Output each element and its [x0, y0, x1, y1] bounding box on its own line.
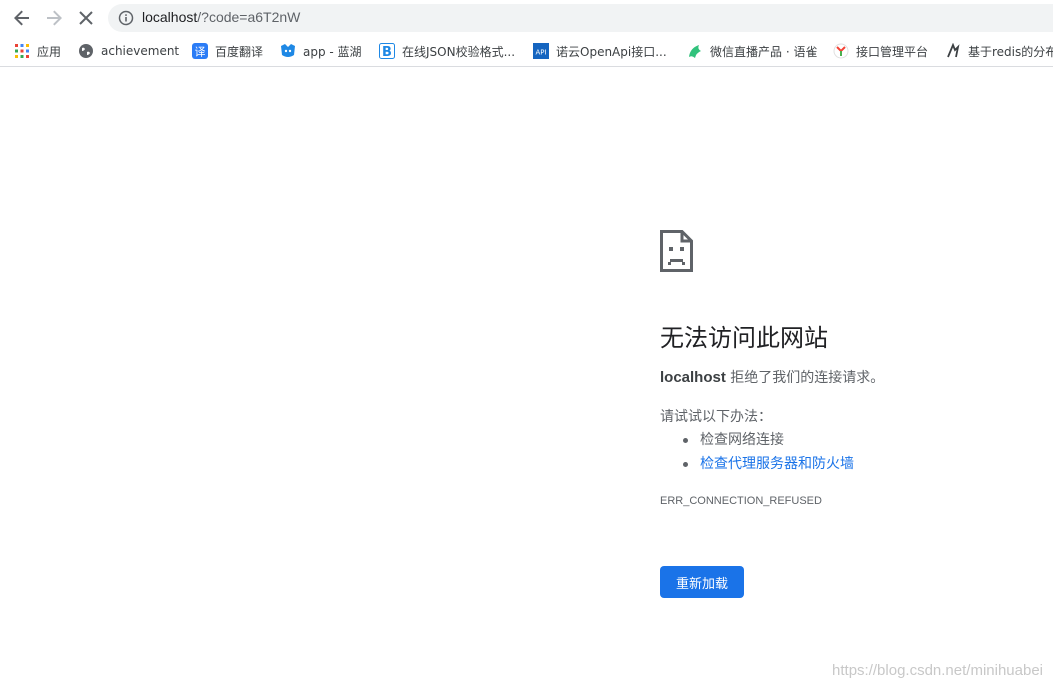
bookmark-lanhu[interactable]: app - 蓝湖	[280, 41, 362, 61]
bookmark-nuoyun-api[interactable]: API 诺云OpenApi接口...	[533, 41, 667, 61]
suggestion-check-network: 检查网络连接	[700, 432, 784, 448]
url-path: /?code=a6T2nW	[197, 9, 301, 25]
suggestion-list: 检查网络连接 检查代理服务器和防火墙	[680, 428, 854, 476]
bookmark-label: 微信直播产品 · 语雀	[710, 44, 818, 59]
forward-button[interactable]	[42, 6, 66, 30]
svg-text:B: B	[382, 45, 392, 59]
bookmark-label: 基于redis的分布	[968, 44, 1053, 59]
bookmark-redis[interactable]: 基于redis的分布	[945, 41, 1053, 61]
svg-text:译: 译	[195, 46, 206, 59]
error-description: localhost 拒绝了我们的连接请求。	[660, 367, 884, 387]
apps-grid-icon	[14, 43, 30, 59]
yapi-icon	[833, 43, 849, 59]
error-message: 拒绝了我们的连接请求。	[725, 370, 885, 386]
bejson-icon: B	[379, 43, 395, 59]
watermark: https://blog.csdn.net/minihuabei	[832, 662, 1043, 679]
bookmark-bejson[interactable]: B 在线JSON校验格式...	[379, 41, 515, 61]
sad-page-icon	[660, 230, 693, 272]
bookmark-label: 接口管理平台	[856, 44, 929, 59]
error-code: ERR_CONNECTION_REFUSED	[660, 495, 822, 507]
bookmarks-bar: 应用 achievement 译 百度翻译 app - 蓝湖 B 在线JSON校…	[0, 36, 1053, 67]
api-icon: API	[533, 43, 549, 59]
bookmark-achievement[interactable]: achievement	[78, 41, 179, 61]
suggestion-check-proxy-link[interactable]: 检查代理服务器和防火墙	[700, 456, 854, 472]
bookmark-yapi[interactable]: 接口管理平台	[833, 41, 928, 61]
svg-text:API: API	[535, 49, 546, 57]
close-icon	[79, 11, 93, 25]
arrow-right-icon	[47, 10, 62, 26]
bookmark-label: 在线JSON校验格式...	[402, 44, 516, 59]
baidu-translate-icon: 译	[192, 43, 208, 59]
bookmark-baidu-translate[interactable]: 译 百度翻译	[192, 41, 263, 61]
back-button[interactable]	[10, 6, 34, 30]
info-icon[interactable]	[118, 10, 134, 26]
bookmark-label: 应用	[37, 44, 62, 59]
address-url[interactable]: localhost/?code=a6T2nW	[142, 9, 300, 25]
error-host: localhost	[660, 369, 726, 386]
browser-toolbar: localhost/?code=a6T2nW	[0, 0, 1053, 36]
bookmark-apps[interactable]: 应用	[14, 41, 61, 61]
lanhu-icon	[280, 43, 296, 59]
suggestion-item: 检查代理服务器和防火墙	[680, 452, 854, 476]
try-label: 请试试以下办法：	[660, 409, 772, 425]
bookmark-label: app - 蓝湖	[303, 44, 362, 59]
reload-button[interactable]: 重新加载	[660, 566, 744, 598]
bookmark-label: 诺云OpenApi接口...	[556, 44, 667, 59]
url-host: localhost	[142, 9, 198, 25]
bookmark-label: 百度翻译	[215, 44, 264, 59]
bookmark-yuque[interactable]: 微信直播产品 · 语雀	[687, 41, 817, 61]
suggestion-item: 检查网络连接	[680, 428, 854, 452]
yuque-icon	[687, 43, 703, 59]
address-bar[interactable]: localhost/?code=a6T2nW	[108, 4, 1053, 32]
error-title: 无法访问此网站	[660, 324, 828, 352]
arrow-left-icon	[14, 10, 29, 26]
redis-icon	[945, 43, 961, 59]
globe-icon	[78, 43, 94, 59]
stop-button[interactable]	[74, 6, 98, 30]
bookmark-label: achievement	[101, 44, 180, 58]
